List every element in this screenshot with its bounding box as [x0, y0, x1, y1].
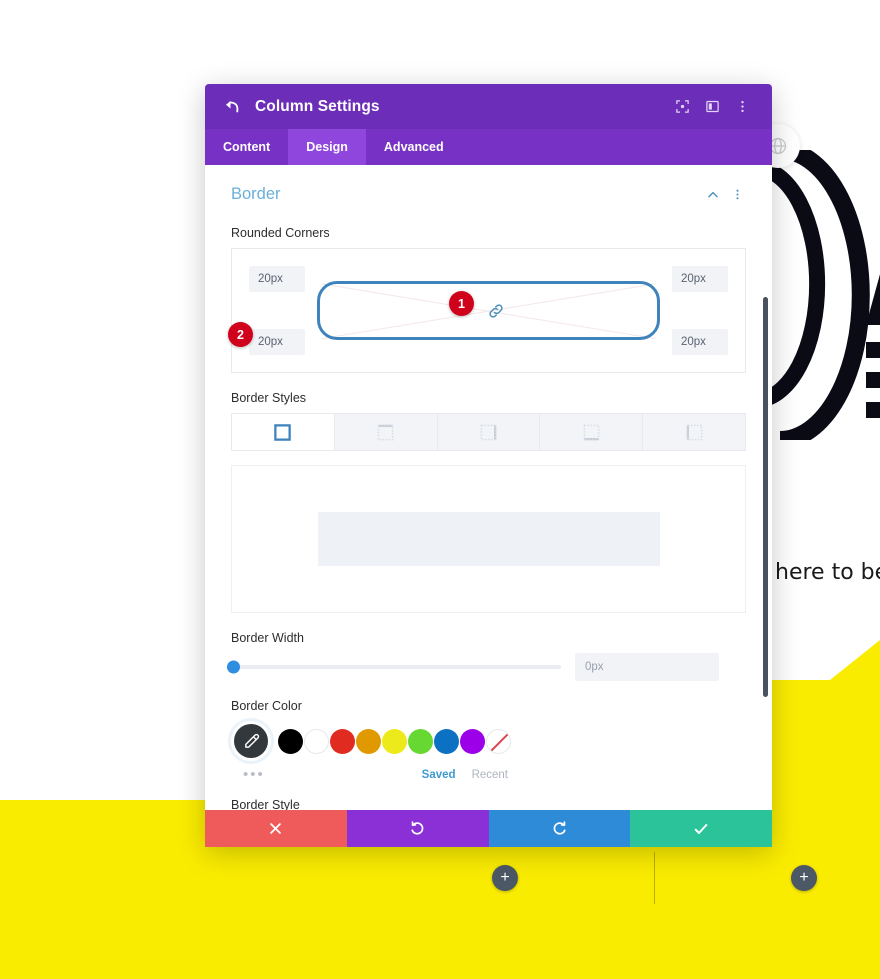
swatch-purple[interactable]: [460, 728, 485, 754]
back-arrow-icon[interactable]: [221, 96, 243, 118]
tab-design[interactable]: Design: [288, 129, 366, 165]
plus-icon: +: [500, 869, 510, 886]
corner-top-right-input[interactable]: 20px: [672, 266, 728, 292]
border-styles-label: Border Styles: [231, 391, 307, 405]
border-preview-block: [317, 512, 660, 566]
corner-bottom-right-input[interactable]: 20px: [672, 329, 728, 355]
border-preview-area: [231, 465, 746, 613]
corner-top-left-input[interactable]: 20px: [249, 266, 305, 292]
top-side-icon: [377, 424, 394, 440]
settings-body: Border Rounded Corners 20px 20px 20px 20…: [205, 165, 772, 810]
annotation-badge-2: 2: [228, 322, 253, 347]
rounded-corners-control: 20px 20px 20px 20px: [231, 248, 746, 373]
responsive-view-icon[interactable]: [668, 93, 696, 121]
check-icon: [694, 823, 708, 834]
border-style-right-side[interactable]: [437, 414, 541, 450]
undo-icon: [411, 821, 424, 835]
rounded-corners-label: Rounded Corners: [231, 226, 330, 240]
background-artwork: [770, 150, 880, 440]
border-style-left-side[interactable]: [643, 414, 745, 450]
redo-icon: [553, 821, 566, 835]
border-style-all-sides[interactable]: [232, 414, 335, 450]
column-settings-modal: Column Settings Content Design Advanced …: [205, 84, 772, 847]
modal-footer: [205, 810, 772, 847]
border-style-bottom-side[interactable]: [540, 414, 644, 450]
bottom-side-icon: [583, 424, 600, 440]
border-width-input[interactable]: 0px: [575, 653, 719, 681]
right-side-icon: [480, 424, 497, 440]
all-sides-icon: [274, 423, 292, 441]
border-width-label: Border Width: [231, 631, 304, 645]
border-styles-selector: [231, 413, 746, 451]
swatch-blue[interactable]: [434, 728, 459, 754]
split-view-icon[interactable]: [698, 93, 726, 121]
annotation-badge-1: 1: [449, 291, 474, 316]
saved-colors-link[interactable]: Saved: [422, 769, 456, 781]
swatch-black[interactable]: [278, 728, 303, 754]
border-color-swatches: [231, 721, 746, 761]
save-button[interactable]: [630, 810, 772, 847]
close-icon: [270, 823, 282, 834]
left-side-icon: [686, 424, 702, 440]
border-section-header: Border: [231, 165, 746, 208]
ellipsis-icon[interactable]: •••: [231, 767, 265, 782]
undo-button[interactable]: [346, 810, 489, 847]
tab-content[interactable]: Content: [205, 129, 288, 165]
swatch-red[interactable]: [330, 728, 355, 754]
settings-scrollbar[interactable]: [763, 297, 768, 697]
swatch-yellow[interactable]: [382, 728, 407, 754]
chevron-up-icon[interactable]: [704, 186, 722, 204]
slider-handle[interactable]: [227, 660, 240, 674]
swatch-green[interactable]: [408, 728, 433, 754]
color-picker-button[interactable]: [231, 721, 271, 761]
add-module-button-right[interactable]: +: [791, 865, 817, 891]
border-style-top-side[interactable]: [334, 414, 438, 450]
border-style-label: Border Style: [231, 798, 300, 810]
column-divider: [654, 852, 655, 904]
corner-bottom-left-input[interactable]: 20px: [249, 329, 305, 355]
plus-icon: +: [799, 869, 809, 886]
section-kebab-menu-icon[interactable]: [728, 186, 746, 204]
swatch-orange[interactable]: [356, 728, 381, 754]
link-icon[interactable]: [487, 302, 505, 320]
kebab-menu-icon[interactable]: [728, 93, 756, 121]
border-width-control: 0px: [227, 653, 746, 681]
border-width-slider[interactable]: [227, 660, 561, 674]
border-color-label: Border Color: [231, 699, 302, 713]
modal-header: Column Settings: [205, 84, 772, 129]
corner-preview-shape: [317, 281, 660, 340]
eyedropper-icon: [234, 724, 268, 758]
redo-button[interactable]: [488, 810, 631, 847]
section-title: Border: [231, 185, 281, 203]
tab-advanced[interactable]: Advanced: [366, 129, 462, 165]
add-module-button-left[interactable]: +: [492, 865, 518, 891]
tab-bar: Content Design Advanced: [205, 129, 772, 165]
recent-colors-link[interactable]: Recent: [472, 769, 508, 781]
color-meta-row: ••• Saved Recent: [231, 767, 746, 782]
page-title: Column Settings: [255, 97, 380, 115]
screen: here to be + + Column Settings Content D…: [0, 0, 880, 979]
swatch-transparent[interactable]: [486, 728, 511, 754]
cancel-button[interactable]: [205, 810, 347, 847]
background-headline: here to be: [775, 560, 880, 585]
swatch-white[interactable]: [304, 728, 329, 754]
